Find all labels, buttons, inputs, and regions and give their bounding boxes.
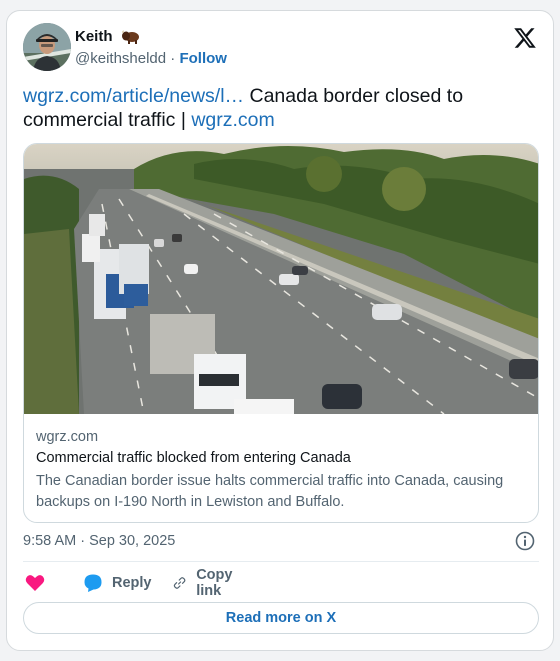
author-name-text: Keith	[75, 28, 113, 45]
avatar[interactable]	[23, 23, 71, 71]
link-card-title: Commercial traffic blocked from entering…	[36, 450, 351, 466]
copy-link-label: Copy link	[196, 567, 233, 599]
reply-button[interactable]: Reply	[83, 570, 152, 596]
link-preview-card[interactable]: wgrz.com Commercial traffic blocked from…	[23, 143, 539, 523]
divider	[23, 561, 539, 562]
article-thumbnail	[24, 144, 538, 414]
article-link[interactable]: wgrz.com/article/news/l…	[23, 85, 244, 107]
reply-label: Reply	[112, 575, 152, 591]
author-name[interactable]: Keith	[75, 28, 141, 45]
like-button[interactable]	[25, 570, 45, 596]
author-handle[interactable]: @keithsheldd	[75, 50, 166, 67]
bison-icon	[121, 30, 139, 45]
link-card-domain: wgrz.com	[36, 429, 99, 445]
link-card-description: The Canadian border issue halts commerci…	[36, 473, 504, 510]
info-icon[interactable]	[515, 531, 535, 551]
timestamp[interactable]: 9:58 AM · Sep 30, 2025	[23, 533, 175, 549]
follow-button[interactable]: Follow	[179, 50, 227, 67]
separator: ·	[170, 50, 176, 67]
tweet-card: Keith @keithsheldd · Follow wgrz.com/art…	[6, 10, 554, 651]
heart-icon	[25, 575, 45, 591]
copy-link-button[interactable]: Copy link	[173, 567, 239, 599]
domain-link[interactable]: wgrz.com	[191, 109, 274, 131]
reply-bubble-icon	[84, 574, 102, 592]
tweet-text: wgrz.com/article/news/l… Canada border c…	[23, 84, 539, 132]
link-icon	[173, 577, 186, 589]
handle-row: @keithsheldd · Follow	[75, 50, 227, 67]
x-logo-icon[interactable]	[513, 26, 537, 50]
read-more-button[interactable]: Read more on X	[23, 602, 539, 634]
